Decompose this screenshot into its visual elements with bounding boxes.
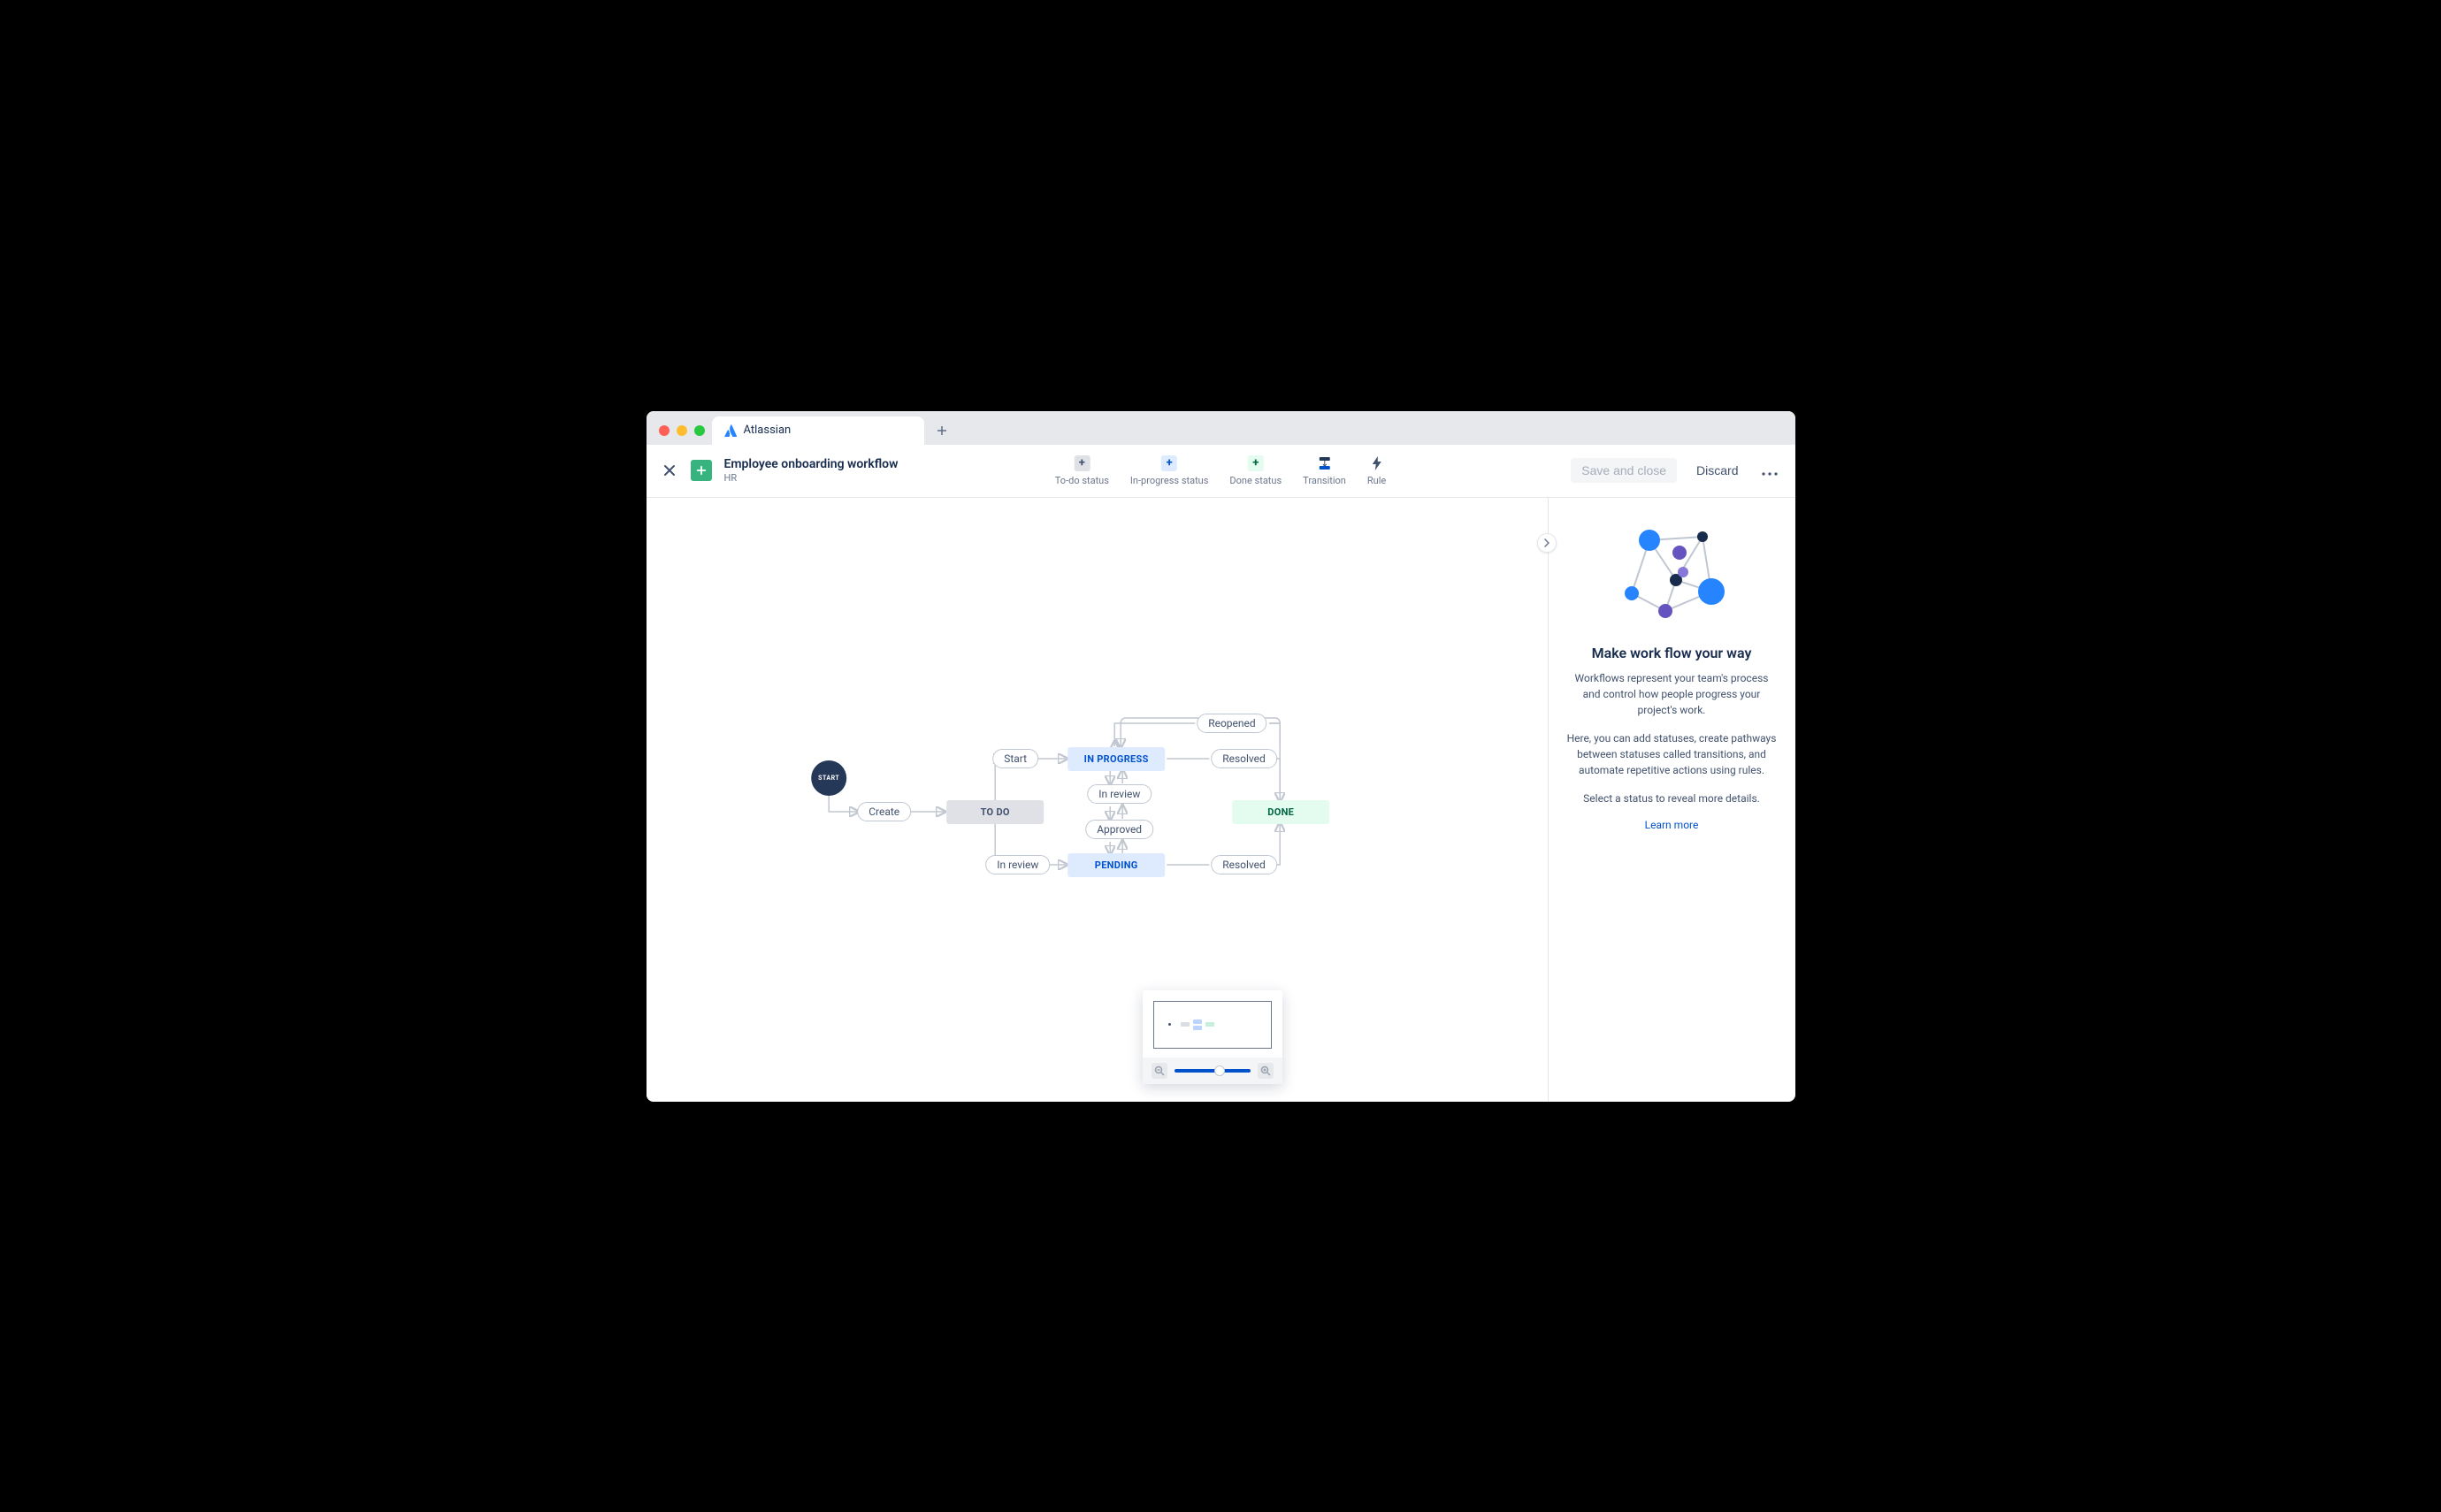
panel-paragraph: Workflows represent your team's process … xyxy=(1566,670,1778,718)
tool-label: Rule xyxy=(1367,475,1386,486)
zoom-controls xyxy=(1143,1058,1282,1084)
zoom-in-button[interactable] xyxy=(1258,1063,1274,1079)
transition-resolved-1[interactable]: Resolved xyxy=(1211,749,1277,768)
transition-resolved-2[interactable]: Resolved xyxy=(1211,855,1277,874)
tool-label: Transition xyxy=(1303,475,1346,486)
workflow-canvas[interactable]: START Create TO DO Start IN PROGRESS In … xyxy=(647,498,1548,1102)
toolbar: + To-do status + In-progress status + Do… xyxy=(1055,455,1386,486)
browser-tab[interactable]: Atlassian xyxy=(712,416,924,445)
close-editor-button[interactable] xyxy=(661,462,678,479)
transition-icon xyxy=(1317,455,1333,471)
tab-title: Atlassian xyxy=(744,424,792,437)
status-done[interactable]: DONE xyxy=(1232,800,1329,824)
atlassian-logo-icon xyxy=(724,424,737,437)
transition-approved[interactable]: Approved xyxy=(1085,820,1153,839)
editor-header: Employee onboarding workflow HR + To-do … xyxy=(647,445,1795,498)
window-minimize-icon[interactable] xyxy=(677,425,687,436)
status-in-progress[interactable]: IN PROGRESS xyxy=(1067,747,1165,771)
save-button[interactable]: Save and close xyxy=(1571,458,1677,483)
plus-icon: + xyxy=(1248,455,1264,471)
add-transition-button[interactable]: Transition xyxy=(1303,455,1346,486)
tool-label: Done status xyxy=(1229,475,1282,486)
transition-create[interactable]: Create xyxy=(857,802,911,821)
status-todo[interactable]: TO DO xyxy=(946,800,1044,824)
tool-label: In-progress status xyxy=(1130,475,1209,486)
browser-tabstrip: Atlassian xyxy=(647,411,1795,445)
window-zoom-icon[interactable] xyxy=(694,425,705,436)
editor-body: START Create TO DO Start IN PROGRESS In … xyxy=(647,498,1795,1102)
workflow-title: Employee onboarding workflow xyxy=(724,457,899,472)
lightning-icon xyxy=(1369,455,1385,471)
transition-reopened[interactable]: Reopened xyxy=(1197,714,1266,733)
window-controls xyxy=(654,425,712,445)
transition-start[interactable]: Start xyxy=(992,749,1038,768)
tool-label: To-do status xyxy=(1055,475,1109,486)
project-name: HR xyxy=(724,472,899,484)
transition-in-review[interactable]: In review xyxy=(1087,784,1152,804)
project-avatar-icon xyxy=(691,460,712,481)
panel-paragraph: Here, you can add statuses, create pathw… xyxy=(1566,730,1778,778)
panel-collapse-button[interactable] xyxy=(1537,533,1557,553)
info-panel: Make work flow your way Workflows repres… xyxy=(1548,498,1795,1102)
learn-more-link[interactable]: Learn more xyxy=(1645,819,1699,831)
title-block: Employee onboarding workflow HR xyxy=(724,457,899,484)
discard-button[interactable]: Discard xyxy=(1686,458,1748,483)
minimap xyxy=(1143,990,1282,1084)
zoom-out-button[interactable] xyxy=(1152,1063,1167,1079)
workflow-diagram: START Create TO DO Start IN PROGRESS In … xyxy=(802,707,1368,937)
start-node-label: START xyxy=(818,775,839,782)
app-window: Atlassian Employee onboarding workflow H… xyxy=(647,411,1795,1102)
plus-icon: + xyxy=(1161,455,1177,471)
header-actions: Save and close Discard xyxy=(1571,458,1780,483)
add-rule-button[interactable]: Rule xyxy=(1367,455,1386,486)
add-todo-status-button[interactable]: + To-do status xyxy=(1055,455,1109,486)
panel-paragraph: Select a status to reveal more details. xyxy=(1583,790,1760,806)
start-node[interactable]: START xyxy=(811,760,846,796)
more-actions-button[interactable] xyxy=(1758,459,1781,483)
panel-heading: Make work flow your way xyxy=(1592,645,1752,661)
add-done-status-button[interactable]: + Done status xyxy=(1229,455,1282,486)
chevron-right-icon xyxy=(1542,538,1551,547)
add-inprogress-status-button[interactable]: + In-progress status xyxy=(1130,455,1209,486)
window-close-icon[interactable] xyxy=(659,425,670,436)
status-pending[interactable]: PENDING xyxy=(1067,853,1165,877)
new-tab-button[interactable] xyxy=(930,418,954,443)
transition-in-review-2[interactable]: In review xyxy=(985,855,1050,874)
minimap-viewport[interactable] xyxy=(1153,1001,1272,1049)
network-graph-illustration xyxy=(1614,523,1729,629)
zoom-slider[interactable] xyxy=(1175,1069,1251,1073)
plus-icon: + xyxy=(1074,455,1090,471)
